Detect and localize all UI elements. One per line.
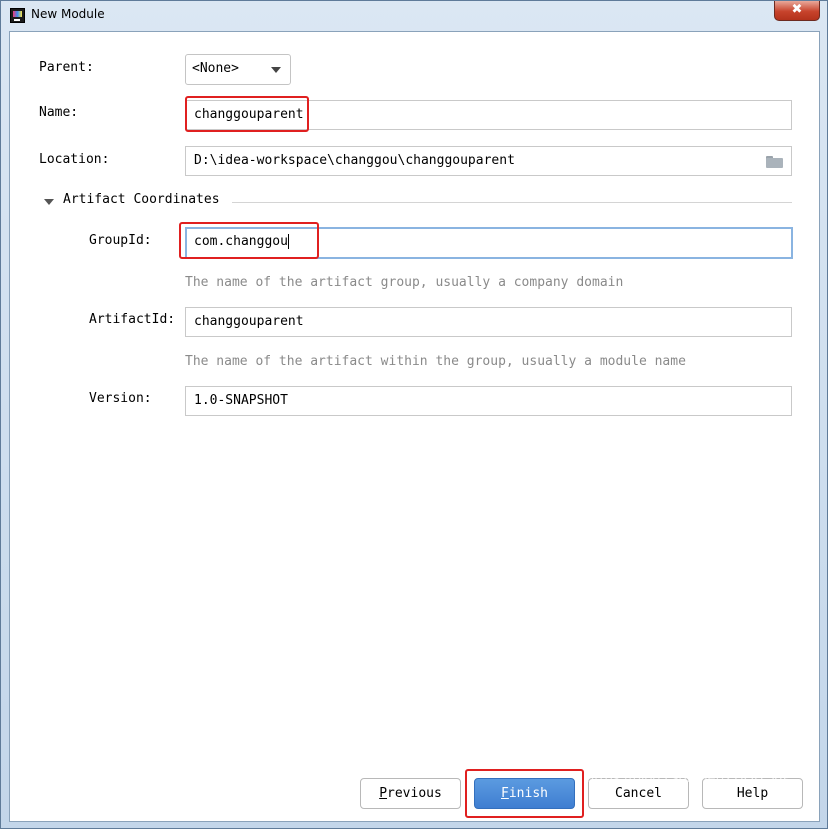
location-value: D:\idea-workspace\changgou\changgouparen…: [194, 153, 515, 168]
close-button[interactable]: ✖: [774, 1, 820, 21]
artifactid-input[interactable]: changgouparent: [185, 307, 792, 337]
location-label: Location:: [39, 152, 110, 167]
chevron-down-icon: [271, 67, 281, 73]
groupid-highlight-box: [179, 222, 319, 259]
previous-mnemonic: P: [379, 786, 388, 801]
location-input[interactable]: D:\idea-workspace\changgou\changgouparen…: [185, 146, 792, 176]
watermark-text: https://blog.csdn.net/ZHOU_VIP: [586, 771, 791, 786]
artifact-coordinates-heading[interactable]: Artifact Coordinates: [63, 192, 220, 207]
artifactid-hint: The name of the artifact within the grou…: [185, 354, 686, 369]
intellij-app-icon: [10, 8, 25, 23]
collapse-triangle-icon[interactable]: [44, 199, 54, 205]
parent-label: Parent:: [39, 60, 94, 75]
name-label: Name:: [39, 105, 79, 120]
parent-select[interactable]: <None>: [185, 54, 291, 85]
previous-button[interactable]: Previous: [360, 778, 461, 809]
finish-highlight-box: [465, 769, 584, 818]
section-divider: [232, 202, 792, 203]
folder-browse-icon[interactable]: [766, 156, 783, 168]
dialog-content: Parent: <None> Name: changgouparent Loca…: [9, 31, 820, 822]
artifactid-label: ArtifactId:: [89, 312, 176, 327]
name-highlight-box: [185, 96, 309, 132]
window-title: New Module: [31, 7, 105, 21]
parent-select-value: <None>: [192, 61, 239, 76]
title-bar[interactable]: New Module ✖: [1, 1, 827, 31]
new-module-dialog: New Module ✖ Parent: <None> Name: changg…: [0, 0, 828, 829]
groupid-hint: The name of the artifact group, usually …: [185, 275, 624, 290]
version-input[interactable]: 1.0-SNAPSHOT: [185, 386, 792, 416]
previous-label: revious: [387, 786, 442, 801]
version-label: Version:: [89, 391, 152, 406]
groupid-label: GroupId:: [89, 233, 152, 248]
